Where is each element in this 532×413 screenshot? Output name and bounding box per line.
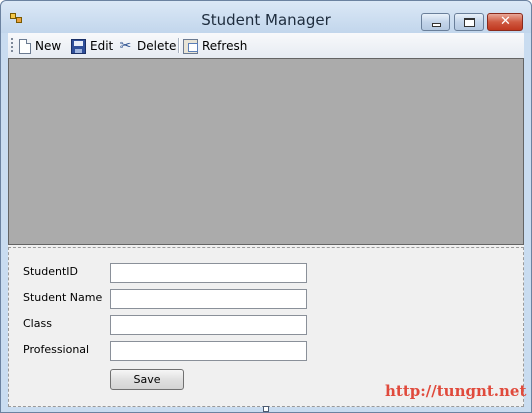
student-name-input[interactable]: [110, 289, 307, 309]
app-window: Student Manager ✕ New Edit ✂ Delete Refr…: [0, 0, 532, 413]
edit-button-label: Edit: [90, 39, 114, 53]
delete-button[interactable]: ✂ Delete: [118, 37, 177, 55]
toolbar: New Edit ✂ Delete Refresh: [8, 33, 524, 58]
new-button-label: New: [35, 39, 62, 53]
edit-button[interactable]: Edit: [71, 37, 113, 55]
new-document-icon: [19, 38, 31, 54]
student-id-label: StudentID: [23, 265, 79, 278]
close-button[interactable]: ✕: [487, 13, 523, 31]
client-area: New Edit ✂ Delete Refresh StudentID Stud…: [8, 33, 524, 407]
professional-input[interactable]: [110, 341, 307, 361]
title-bar[interactable]: Student Manager ✕: [1, 1, 531, 33]
resize-handle[interactable]: [263, 406, 269, 412]
refresh-icon: [183, 38, 198, 54]
students-data-grid[interactable]: [8, 58, 524, 245]
scissors-icon: ✂: [119, 37, 132, 54]
toolbar-separator: [178, 38, 179, 53]
save-button[interactable]: Save: [110, 369, 184, 390]
toolbar-grip[interactable]: [11, 38, 13, 53]
new-button[interactable]: New: [19, 37, 61, 55]
delete-button-label: Delete: [137, 39, 177, 53]
class-input[interactable]: [110, 315, 307, 335]
student-id-input[interactable]: [110, 263, 307, 283]
student-name-label: Student Name: [23, 291, 103, 304]
maximize-button[interactable]: [454, 13, 484, 31]
professional-label: Professional: [23, 343, 90, 356]
window-title: Student Manager: [201, 11, 331, 29]
watermark-text: http://tungnt.net: [385, 382, 527, 400]
maximize-icon: [464, 18, 475, 27]
refresh-button-label: Refresh: [202, 39, 248, 53]
minimize-icon: [432, 23, 441, 27]
class-label: Class: [23, 317, 52, 330]
close-icon: ✕: [500, 14, 511, 29]
refresh-button[interactable]: Refresh: [183, 37, 247, 55]
minimize-button[interactable]: [421, 13, 450, 31]
save-disk-icon: [71, 38, 86, 54]
